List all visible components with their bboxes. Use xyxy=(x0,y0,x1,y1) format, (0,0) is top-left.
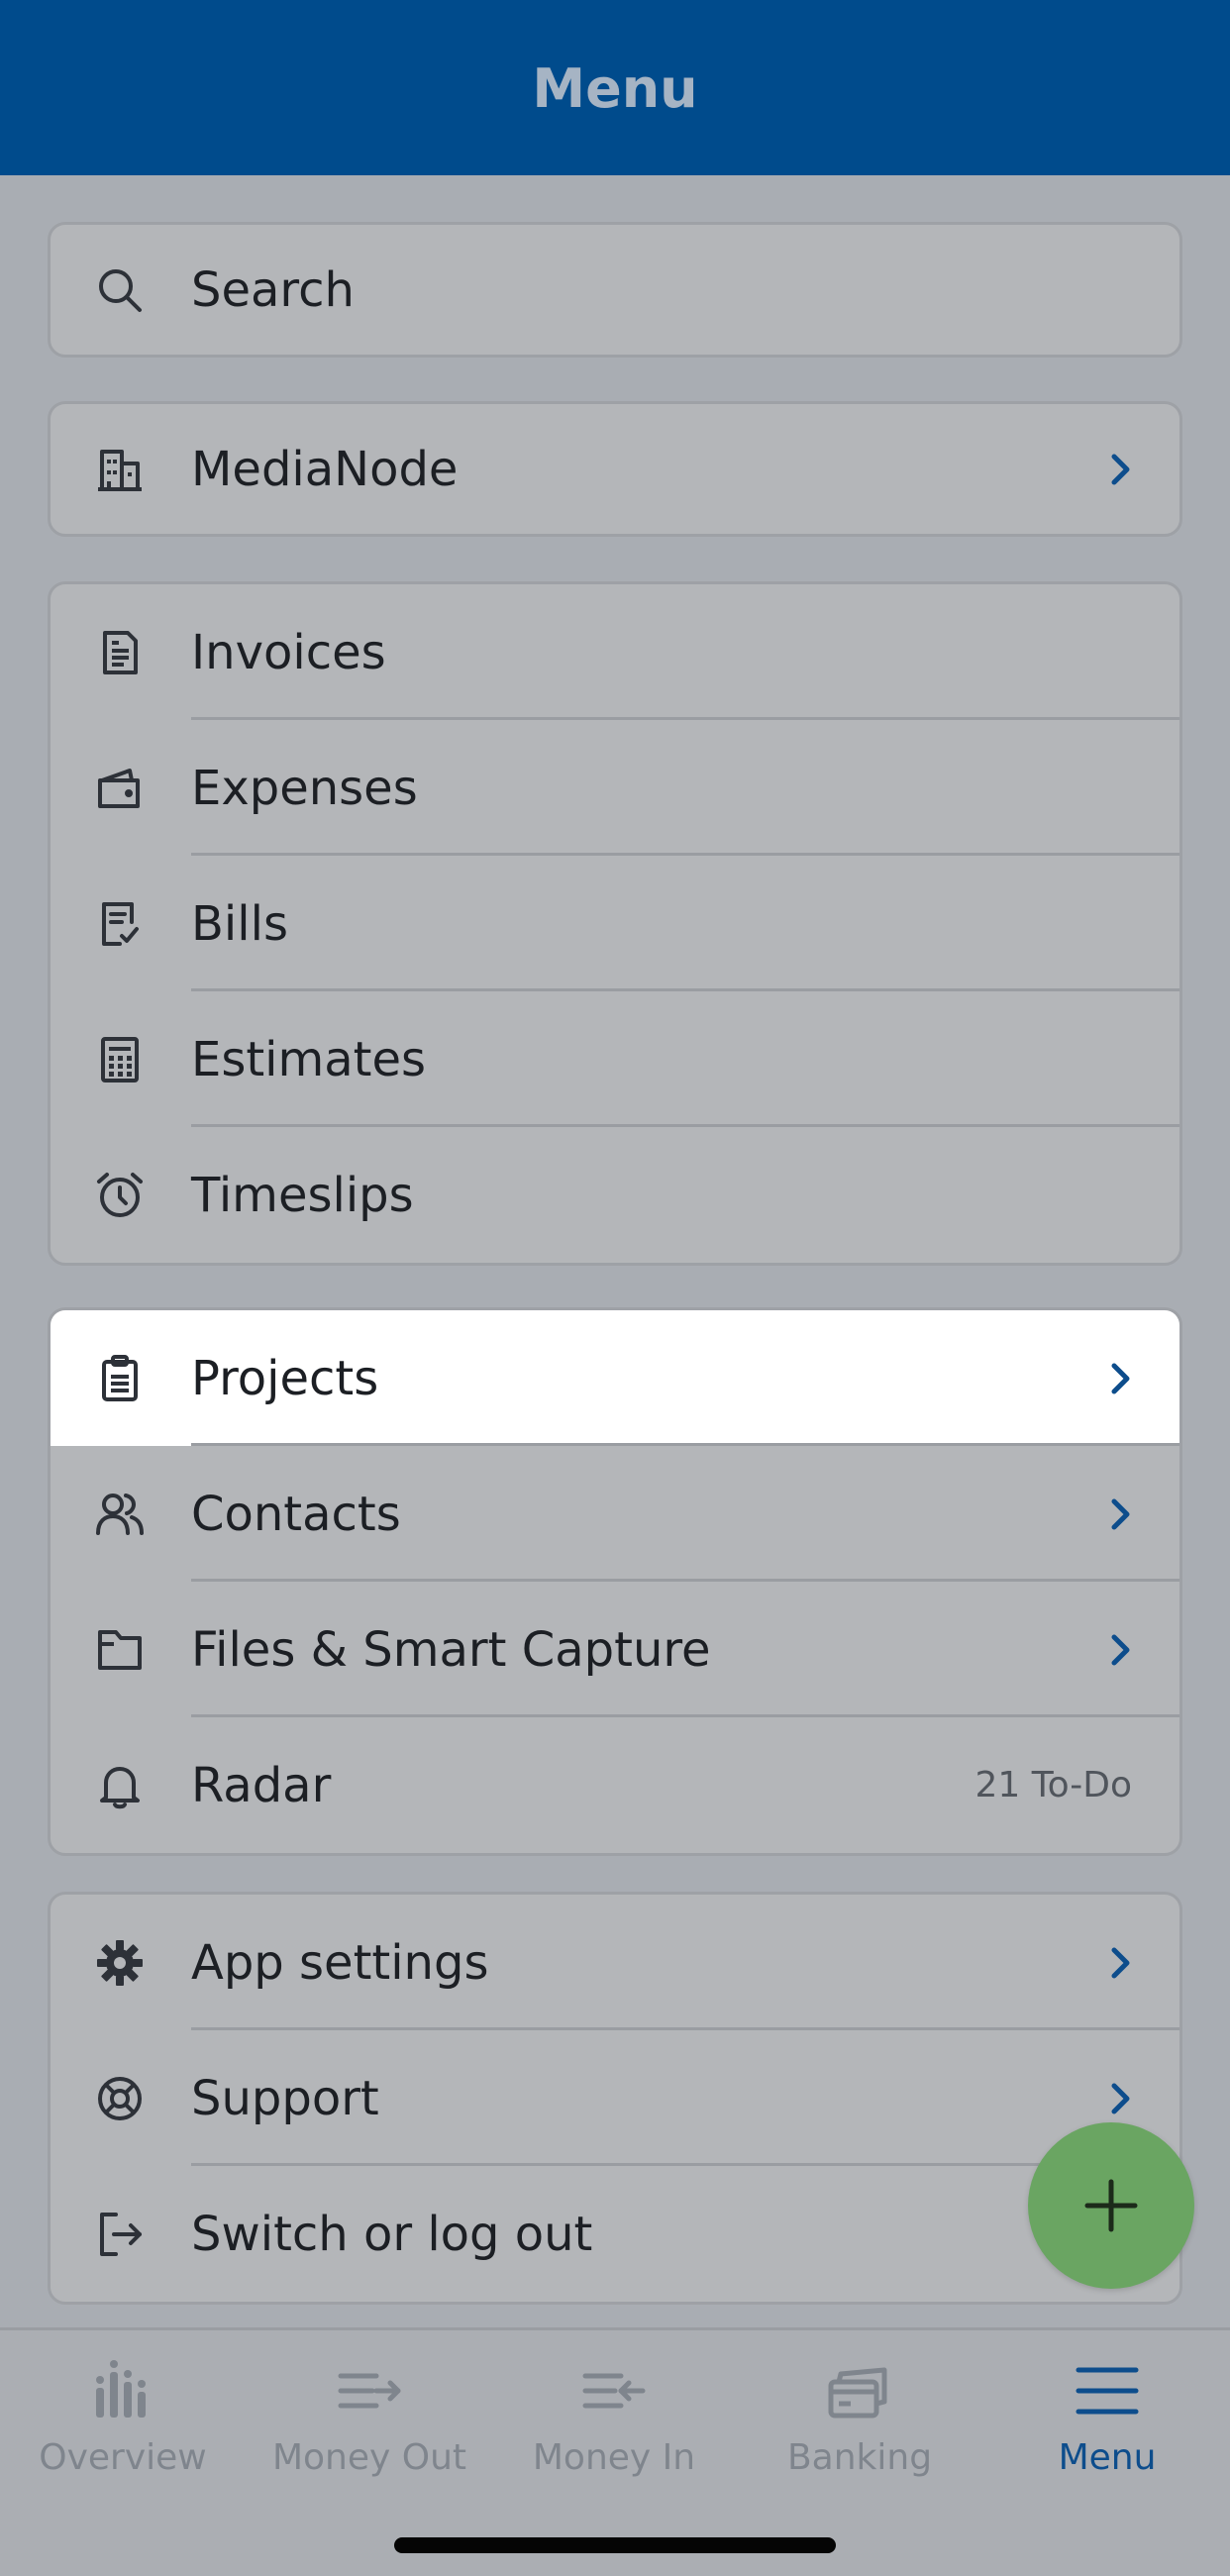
search-row[interactable]: Search xyxy=(51,225,1179,355)
settings-card: App settings Support Switch or log out xyxy=(48,1892,1182,2305)
menu-item-timeslips[interactable]: Timeslips xyxy=(51,1127,1179,1263)
building-icon xyxy=(94,444,146,495)
lifebuoy-icon xyxy=(94,2073,146,2124)
tab-label: Overview xyxy=(39,2437,207,2478)
bell-icon xyxy=(94,1760,146,1811)
menu-item-support[interactable]: Support xyxy=(51,2030,1179,2166)
search-card[interactable]: Search xyxy=(48,222,1182,358)
menu-item-radar[interactable]: Radar 21 To-Do xyxy=(51,1717,1179,1853)
home-indicator xyxy=(394,2537,836,2553)
folder-icon xyxy=(94,1624,146,1676)
chevron-right-icon xyxy=(1111,1498,1130,1529)
tab-label: Money In xyxy=(532,2437,696,2478)
contacts-icon xyxy=(94,1489,146,1540)
search-icon xyxy=(94,264,146,316)
banking-icon xyxy=(828,2367,887,2419)
menu-item-label: Bills xyxy=(191,895,288,952)
tab-label: Money Out xyxy=(271,2437,467,2478)
wallet-icon xyxy=(94,763,146,814)
tab-banking[interactable]: Banking xyxy=(741,2350,978,2499)
workspace-card: Projects Contacts Files & Smart Capture xyxy=(48,1307,1182,1856)
menu-item-files[interactable]: Files & Smart Capture xyxy=(51,1582,1179,1717)
gear-icon xyxy=(94,1937,146,1989)
tab-money-out[interactable]: Money Out xyxy=(251,2350,488,2499)
tab-label: Banking xyxy=(786,2437,933,2478)
menu-item-label: App settings xyxy=(191,1934,489,1991)
chevron-right-icon xyxy=(1111,2083,1130,2113)
overview-icon xyxy=(96,2360,146,2418)
plus-icon xyxy=(1084,2179,1138,2232)
alarm-clock-icon xyxy=(94,1170,146,1221)
menu-item-contacts[interactable]: Contacts xyxy=(51,1446,1179,1582)
menu-item-invoices[interactable]: Invoices xyxy=(51,584,1179,720)
menu-item-label: Estimates xyxy=(191,1031,427,1087)
header-bar: Menu xyxy=(0,0,1230,175)
menu-item-expenses[interactable]: Expenses xyxy=(51,720,1179,856)
money-out-icon xyxy=(338,2373,401,2409)
menu-item-label: Timeslips xyxy=(191,1167,414,1223)
invoice-icon xyxy=(94,627,146,678)
chevron-right-icon xyxy=(1111,1634,1130,1665)
menu-item-label: Files & Smart Capture xyxy=(191,1621,711,1678)
tab-money-in[interactable]: Money In xyxy=(495,2350,733,2499)
documents-card: Invoices Expenses Bills Estimates Timesl… xyxy=(48,581,1182,1266)
menu-item-label: Invoices xyxy=(191,624,386,680)
page-title: Menu xyxy=(532,57,698,120)
menu-item-projects[interactable]: Projects xyxy=(51,1310,1179,1446)
menu-item-app-settings[interactable]: App settings xyxy=(51,1895,1179,2030)
menu-item-label: Support xyxy=(191,2070,379,2126)
organization-card[interactable]: MediaNode xyxy=(48,401,1182,537)
chevron-right-icon xyxy=(1111,1363,1130,1393)
bill-icon xyxy=(94,898,146,950)
menu-item-label: Radar xyxy=(191,1757,332,1813)
menu-item-label: Expenses xyxy=(191,760,418,816)
menu-item-label: Projects xyxy=(191,1350,379,1406)
menu-item-label: Contacts xyxy=(191,1486,401,1542)
logout-icon xyxy=(94,2209,146,2260)
menu-item-bills[interactable]: Bills xyxy=(51,856,1179,991)
menu-item-estimates[interactable]: Estimates xyxy=(51,991,1179,1127)
menu-item-label: Switch or log out xyxy=(191,2206,593,2262)
calculator-icon xyxy=(94,1034,146,1085)
search-label: Search xyxy=(191,261,355,318)
organization-label: MediaNode xyxy=(191,441,459,497)
clipboard-icon xyxy=(94,1353,146,1404)
tab-overview[interactable]: Overview xyxy=(4,2350,242,2499)
money-in-icon xyxy=(582,2373,646,2409)
radar-todo-badge: 21 To-Do xyxy=(974,1765,1132,1805)
tab-label: Menu xyxy=(1058,2437,1157,2478)
add-fab-button[interactable] xyxy=(1028,2122,1194,2289)
menu-item-logout[interactable]: Switch or log out xyxy=(51,2166,1179,2302)
tab-menu[interactable]: Menu xyxy=(988,2350,1226,2499)
hamburger-icon xyxy=(1076,2367,1139,2415)
organization-row[interactable]: MediaNode xyxy=(51,404,1179,534)
chevron-right-icon xyxy=(1111,454,1130,484)
chevron-right-icon xyxy=(1111,1947,1130,1978)
